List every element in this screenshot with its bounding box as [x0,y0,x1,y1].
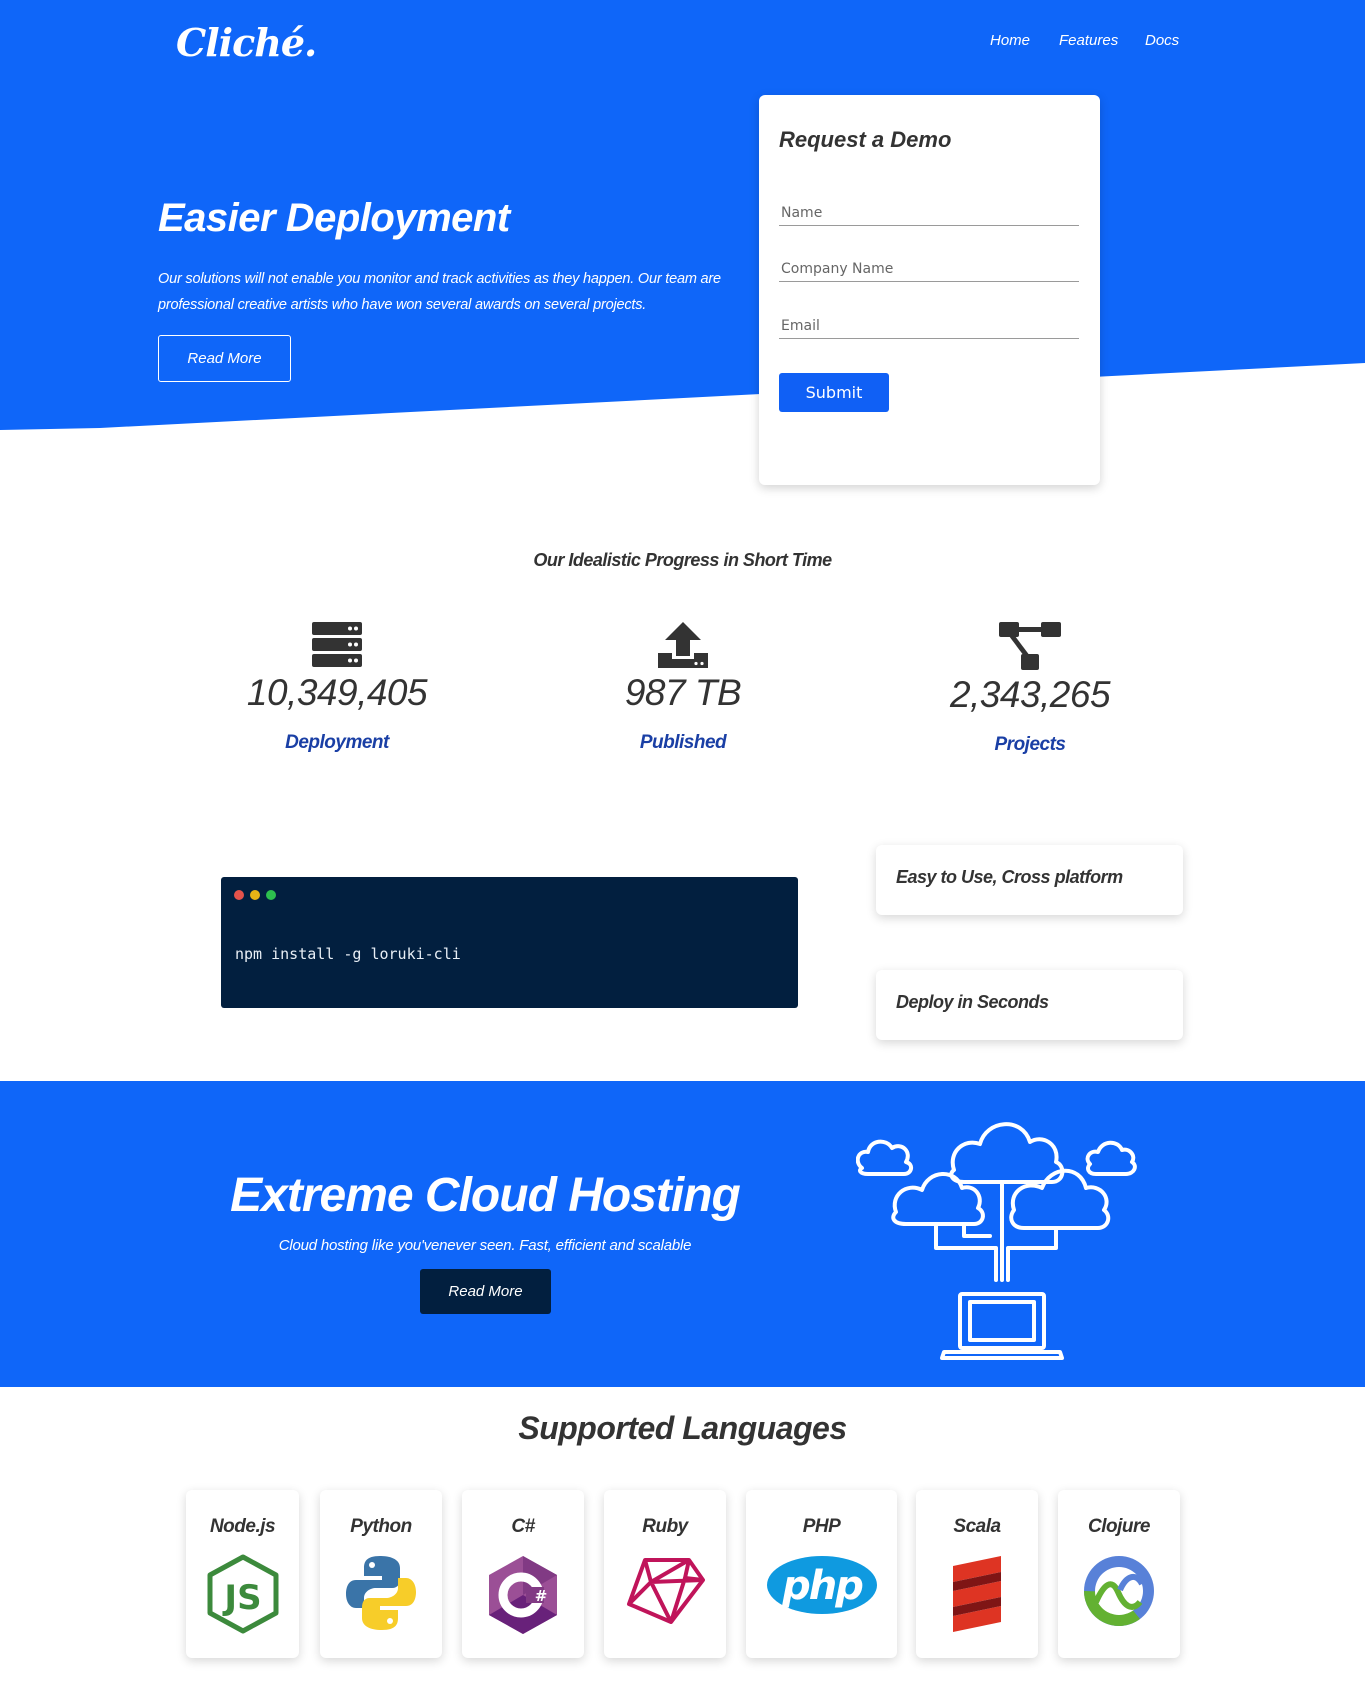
lang-card-clojure[interactable]: Clojure [1058,1490,1180,1658]
stat-deployment: 10,349,405 Deployment [164,622,510,754]
demo-form-card: Request a Demo Submit [759,95,1100,485]
clojure-icon [1084,1556,1154,1626]
svg-text:php: php [781,1563,863,1609]
cloud-computing-icon [856,1122,1137,1360]
stat-value: 987 TB [624,672,742,713]
stat-projects: 2,343,265 Projects [857,622,1203,756]
cloud-title: Extreme Cloud Hosting [230,1169,741,1222]
nav-home[interactable]: Home [990,32,1030,49]
svg-text:JS: JS [222,1578,261,1618]
server-icon [312,622,362,667]
terminal-command[interactable]: npm install -g loruki-cli [235,945,461,963]
feature-cross-platform: Easy to Use, Cross platform [876,845,1183,915]
csharp-icon: # [489,1556,557,1634]
terminal-dot-yellow [250,890,260,900]
sitemap-icon [999,622,1061,670]
lang-name: Scala [953,1516,1001,1537]
languages-title: Supported Languages [518,1410,847,1446]
stat-value: 10,349,405 [246,672,428,713]
lang-card-php[interactable]: PHP php [746,1490,897,1658]
email-field[interactable] [779,309,1079,339]
progress-title: Our Idealistic Progress in Short Time [533,550,832,570]
company-name-field[interactable] [779,252,1079,282]
terminal-dot-green [266,890,276,900]
ruby-icon [627,1558,705,1624]
lang-card-ruby[interactable]: Ruby [604,1490,726,1658]
svg-text:#: # [535,1587,548,1605]
terminal-window: npm install -g loruki-cli [221,877,798,1008]
lang-name: Clojure [1088,1516,1150,1537]
stat-label: Published [639,732,727,753]
logo[interactable]: Cliché. [176,20,317,65]
nav-docs[interactable]: Docs [1145,32,1179,49]
scala-icon [953,1556,1001,1632]
stat-published: 987 TB Published [510,622,856,754]
upload-icon [658,622,708,668]
demo-form-title: Request a Demo [779,127,952,152]
stat-label: Projects [994,734,1066,755]
hero-text: Our solutions will not enable you monito… [158,271,721,313]
cloud-hosting-section: Extreme Cloud Hosting Cloud hosting like… [0,1081,1365,1387]
lang-card-python[interactable]: Python [320,1490,442,1658]
lang-name: PHP [802,1516,841,1537]
lang-name: Ruby [642,1516,688,1537]
hero-title: Easier Deployment [158,196,510,240]
stat-value: 2,343,265 [949,674,1111,715]
php-icon: php [766,1556,877,1614]
nav-features[interactable]: Features [1059,32,1118,49]
cloud-read-more-button[interactable]: Read More [420,1269,551,1314]
terminal-dot-red [234,890,244,900]
lang-card-nodejs[interactable]: Node.js JS [186,1490,299,1658]
lang-card-scala[interactable]: Scala [916,1490,1038,1658]
feature-deploy-seconds: Deploy in Seconds [876,970,1183,1040]
lang-card-csharp[interactable]: C# # [462,1490,584,1658]
lang-name: Node.js [209,1516,276,1537]
hero-read-more-button[interactable]: Read More [158,335,291,382]
nodejs-icon: JS [207,1554,278,1634]
lang-name: Python [350,1516,412,1537]
name-field[interactable] [779,196,1079,226]
cloud-text: Cloud hosting like you'venever seen. Fas… [278,1237,692,1254]
stat-label: Deployment [285,732,389,753]
lang-name: C# [511,1516,535,1537]
python-icon [346,1556,416,1630]
submit-button[interactable]: Submit [779,373,889,412]
